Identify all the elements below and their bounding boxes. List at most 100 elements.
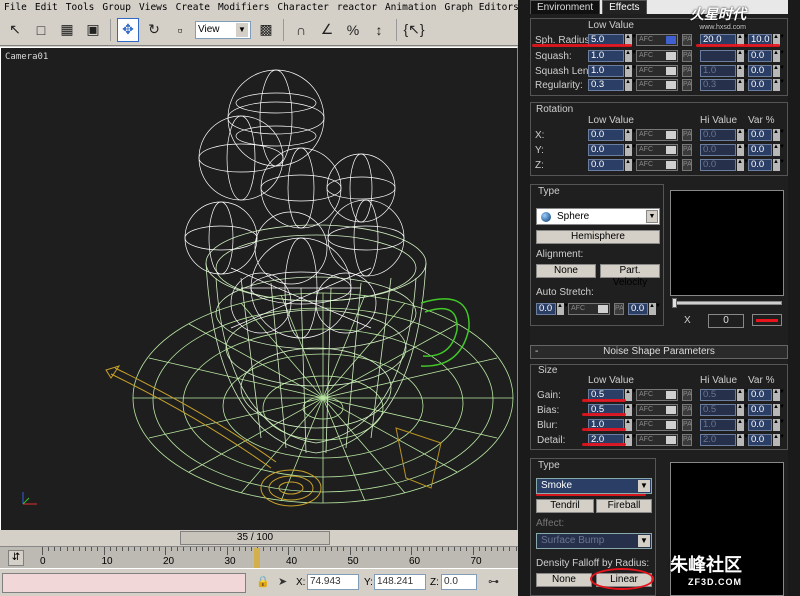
squash-afc[interactable]: AFC [636,50,678,62]
noise-type-dropdown[interactable]: Smoke ▼ [536,478,652,494]
spinner-arrows-icon[interactable]: ▲▼ [737,65,749,77]
spinner-arrows-icon[interactable]: ▲▼ [773,65,785,77]
spinner-arrows-icon[interactable]: ▲▼ [625,65,637,77]
auto-stretch-pa-label[interactable]: PA [614,303,624,315]
regularity-pa[interactable]: PA [682,79,692,91]
bias-var-field[interactable]: 0.0 [748,404,772,416]
menu-item-create[interactable]: Create [176,2,210,13]
spinner-arrows-icon[interactable]: ▲▼ [737,159,749,171]
time-slider-thumb[interactable]: 35 / 100 [180,531,330,545]
regularity-hi-field[interactable]: 0.3 [700,79,736,91]
spinner-arrows-icon[interactable]: ▲▼ [737,434,749,446]
rotation-x-pa[interactable]: PA [682,129,692,141]
spinner-arrows-icon[interactable]: ▲▼ [625,79,637,91]
move-icon[interactable]: ✥ [117,17,139,42]
select-by-name-icon[interactable]: ▦ [56,18,78,42]
regularity-low-field[interactable]: 0.3 [588,79,624,91]
bias-hi-field[interactable]: 0.5 [700,404,736,416]
cursor-icon[interactable]: ➤ [278,575,287,588]
detail-afc[interactable]: AFC [636,434,678,446]
menu-item-graph-editors[interactable]: Graph Editors [444,2,518,13]
rotation-y-afc[interactable]: AFC [636,144,678,156]
spinner-arrows-icon[interactable]: ▲▼ [737,419,749,431]
menu-item-reactor[interactable]: reactor [337,2,377,13]
rotation-z-afc[interactable]: AFC [636,159,678,171]
z-coordinate-field[interactable]: 0.0 [441,574,477,590]
blur-pa[interactable]: PA [682,419,692,431]
x-coordinate-field[interactable]: 74.943 [307,574,359,590]
spinner-arrows-icon[interactable]: ▲▼ [773,159,785,171]
spinner-arrows-icon[interactable]: ▲▼ [625,434,637,446]
menu-item-character[interactable]: Character [277,2,328,13]
spinner-arrows-icon[interactable]: ▲▼ [557,303,569,315]
menu-item-modifiers[interactable]: Modifiers [218,2,269,13]
spinner-snap-icon[interactable]: ↕ [368,18,390,42]
gain-var-field[interactable]: 0.0 [748,389,772,401]
menu-item-group[interactable]: Group [102,2,131,13]
spinner-arrows-icon[interactable]: ▲▼ [737,144,749,156]
spinner-arrows-icon[interactable]: ▲▼ [773,434,785,446]
noise-shape-rollout-header[interactable]: - Noise Shape Parameters [530,345,788,359]
blur-hi-field[interactable]: 1.0 [700,419,736,431]
spinner-arrows-icon[interactable]: ▲▼ [625,389,637,401]
auto-stretch-field[interactable]: 0.0 [536,303,556,315]
track-bar[interactable]: ⇵ 0 10 20 30 40 50 60 70 [0,546,529,568]
squash-len-hi-field[interactable]: 1.0 [700,65,736,77]
bias-afc[interactable]: AFC [636,404,678,416]
time-slider[interactable]: 35 / 100 [0,530,518,546]
squash-len-afc[interactable]: AFC [636,65,678,77]
tab-environment[interactable]: Environment [530,0,601,14]
spinner-arrows-icon[interactable]: ▲▼ [625,404,637,416]
rotation-x-hi-field[interactable]: 0.0 [700,129,736,141]
spinner-arrows-icon[interactable]: ▲▼ [649,303,661,315]
lock-icon[interactable]: 🔒 [256,575,270,588]
rotation-y-var-field[interactable]: 0.0 [748,144,772,156]
y-coordinate-field[interactable]: 148.241 [374,574,426,590]
spinner-arrows-icon[interactable]: ▲▼ [625,144,637,156]
rotation-y-low-field[interactable]: 0.0 [588,144,624,156]
angle-snap-icon[interactable]: ∠ [316,18,338,42]
named-selection-icon[interactable]: {↖} [403,18,425,42]
spinner-arrows-icon[interactable]: ▲▼ [737,50,749,62]
gain-hi-field[interactable]: 0.5 [700,389,736,401]
tendril-button[interactable]: Tendril [536,499,594,513]
tab-effects[interactable]: Effects [602,0,647,14]
preview-color-swatch[interactable] [752,314,782,326]
squash-pa[interactable]: PA [682,50,692,62]
menu-item-file[interactable]: File [4,2,27,13]
detail-var-field[interactable]: 0.0 [748,434,772,446]
part-velocity-button[interactable]: Part. Velocity [600,264,660,288]
alignment-none-button[interactable]: None [536,264,596,278]
track-view-icon[interactable]: ⇵ [8,550,24,566]
rotation-x-low-field[interactable]: 0.0 [588,129,624,141]
rotation-y-pa[interactable]: PA [682,144,692,156]
sph-radius-afc[interactable]: AFC [636,34,678,46]
spinner-arrows-icon[interactable]: ▲▼ [737,404,749,416]
spinner-arrows-icon[interactable]: ▲▼ [773,129,785,141]
menu-item-tools[interactable]: Tools [66,2,95,13]
spinner-arrows-icon[interactable]: ▲▼ [773,144,785,156]
type-dropdown[interactable]: Sphere ▼ [536,208,660,225]
rotate-icon[interactable]: ↻ [143,18,165,42]
percent-snap-icon[interactable]: % [342,18,364,42]
affect-dropdown[interactable]: Surface Bump ▼ [536,533,652,549]
blur-var-field[interactable]: 0.0 [748,419,772,431]
scale-icon[interactable]: ▫ [169,18,191,42]
detail-hi-field[interactable]: 2.0 [700,434,736,446]
spinner-arrows-icon[interactable]: ▲▼ [625,129,637,141]
spinner-arrows-icon[interactable]: ▲▼ [737,389,749,401]
blur-afc[interactable]: AFC [636,419,678,431]
hemisphere-button[interactable]: Hemisphere [536,230,660,244]
squash-hi-field[interactable] [700,50,736,62]
camera-viewport[interactable]: Camera01 [0,47,518,545]
select-region-icon[interactable]: □ [30,18,52,42]
preview-slider-thumb[interactable] [672,298,677,308]
rotation-y-hi-field[interactable]: 0.0 [700,144,736,156]
regularity-var-field[interactable]: 0.0 [748,79,772,91]
spinner-arrows-icon[interactable]: ▲▼ [625,50,637,62]
preview-x-button[interactable]: X [684,315,691,326]
fireball-button[interactable]: Fireball [596,499,652,513]
detail-pa[interactable]: PA [682,434,692,446]
squash-len-var-field[interactable]: 0.0 [748,65,772,77]
auto-stretch-pa-field[interactable]: 0.0 [628,303,648,315]
